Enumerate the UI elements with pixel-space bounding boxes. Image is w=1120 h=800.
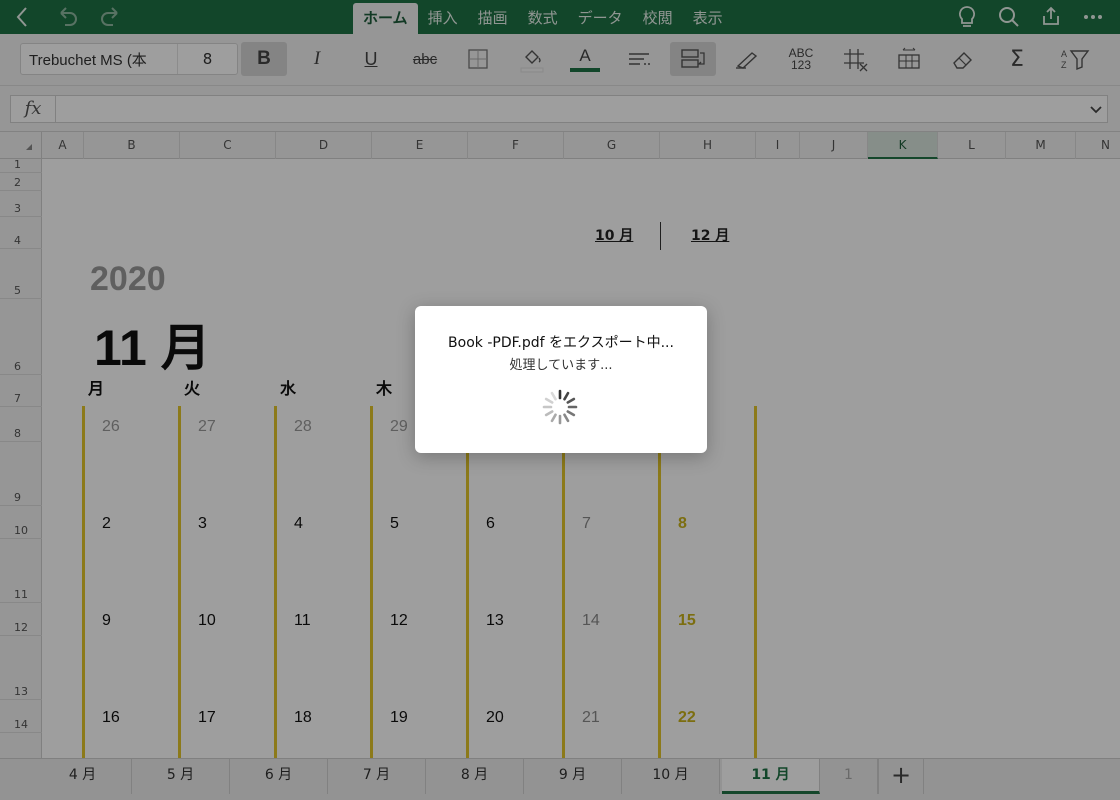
dialog-title: Book -PDF.pdf をエクスポート中... [448, 335, 674, 351]
loading-spinner-icon [542, 389, 578, 425]
dialog-message: 処理しています... [509, 358, 613, 373]
export-progress-dialog: Book -PDF.pdf をエクスポート中... 処理しています... [415, 306, 707, 453]
